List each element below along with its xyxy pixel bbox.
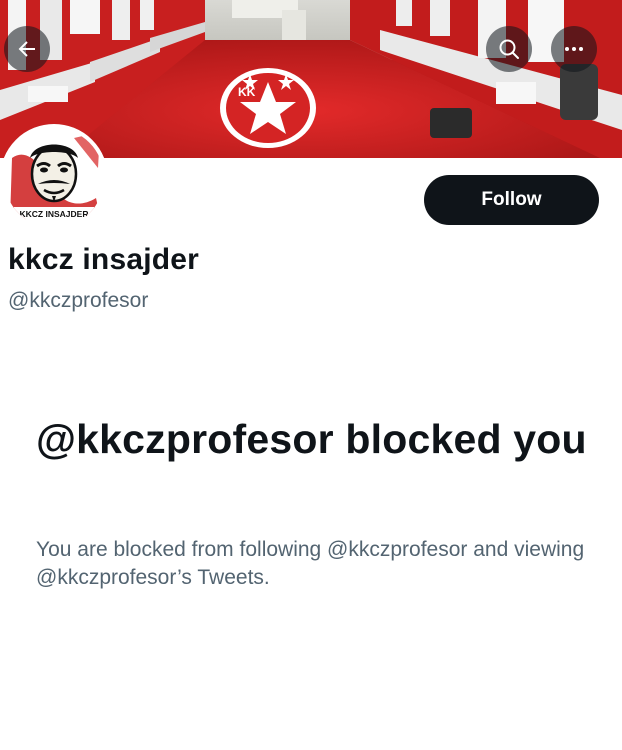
username-handle: @kkczprofesor <box>8 289 149 312</box>
avatar-label: KKCZ INSAJDER <box>20 209 89 219</box>
profile-banner: KK <box>0 0 622 158</box>
blocked-title: @kkczprofesor blocked you <box>36 416 587 462</box>
follow-button[interactable]: Follow <box>424 175 599 225</box>
blocked-description: You are blocked from following @kkczprof… <box>36 538 585 589</box>
avatar-image: KKCZ INSAJDER <box>4 128 104 228</box>
back-button[interactable] <box>4 26 50 72</box>
arrow-left-icon <box>18 41 35 57</box>
banner-crest-text: KK <box>238 85 256 99</box>
more-horizontal-icon <box>565 47 583 51</box>
banner-image: KK <box>0 0 622 158</box>
search-button[interactable] <box>486 26 532 72</box>
avatar[interactable]: KKCZ INSAJDER <box>0 124 108 232</box>
display-name: kkcz insajder <box>8 243 200 276</box>
more-options-button[interactable] <box>551 26 597 72</box>
search-icon <box>499 39 519 59</box>
